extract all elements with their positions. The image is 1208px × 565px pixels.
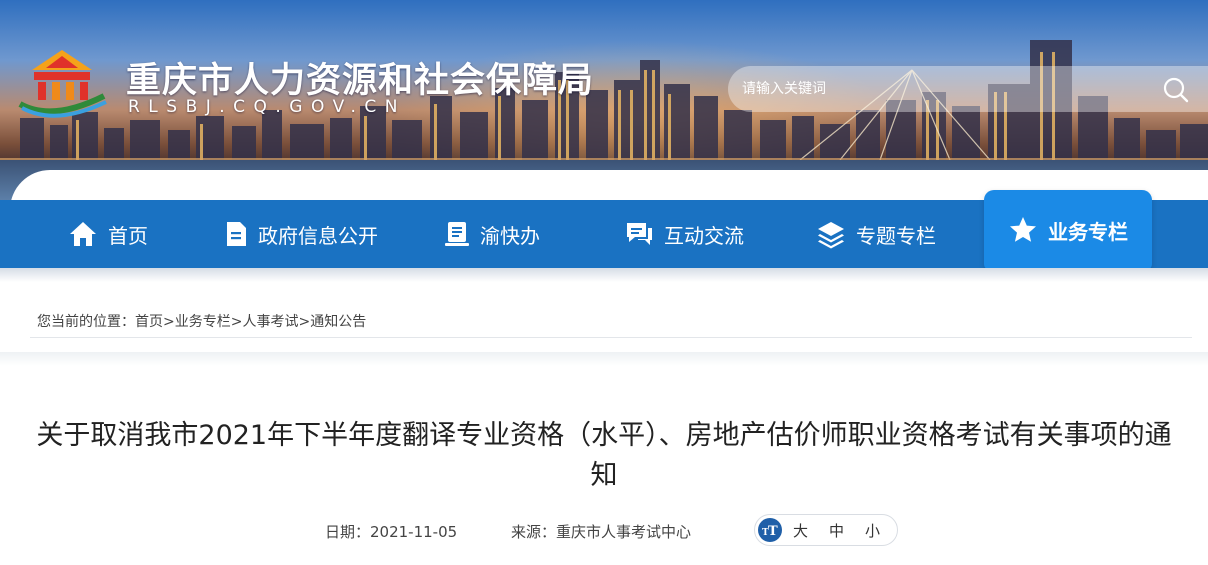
main-nav: 首页 政府信息公开 渝快办 互动交流 专题专栏 业务专栏 [0,190,1208,270]
font-size-small[interactable]: 小 [865,520,880,541]
article-source: 来源：重庆市人事考试中心 [511,523,692,541]
svg-text:T: T [768,524,778,537]
nav-item-label: 首页 [108,223,148,248]
breadcrumb-separator: > [298,314,311,330]
site-domain: RLSBJ.CQ.GOV.CN [128,97,406,117]
breadcrumb-divider [30,337,1192,338]
search-icon[interactable] [1160,74,1192,106]
font-size-icon: T T [758,518,782,542]
font-size-switcher: T T 大 中 小 [754,514,898,546]
nav-item-label: 渝快办 [480,223,540,248]
breadcrumb-link-exam[interactable]: 人事考试 [242,314,298,330]
site-header: 重庆市人力资源和社会保障局 RLSBJ.CQ.GOV.CN [0,0,1208,200]
font-size-medium[interactable]: 中 [829,520,844,541]
breadcrumb-link-notice[interactable]: 通知公告 [310,314,366,330]
nav-item-gov-info[interactable]: 政府信息公开 [224,200,378,268]
section-shade [0,352,1208,366]
nav-item-label: 互动交流 [664,223,744,248]
document-icon [227,222,246,246]
layers-icon [818,222,844,249]
breadcrumb-prefix: 您当前的位置： [37,314,135,330]
clipboard-icon [445,222,469,246]
article-date: 日期：2021-11-05 [325,523,458,541]
site-title: 重庆市人力资源和社会保障局 [126,61,595,101]
chat-icon [627,223,652,245]
font-size-large[interactable]: 大 [793,520,808,541]
article-title: 关于取消我市2021年下半年度翻译专业资格（水平）、房地产估价师职业资格考试有关… [36,420,1172,491]
breadcrumb-separator: > [230,314,243,330]
breadcrumb-link-home[interactable]: 首页 [135,314,163,330]
search-input[interactable] [742,66,1142,112]
nav-item-label: 专题专栏 [856,223,936,248]
nav-item-yukuaiban[interactable]: 渝快办 [444,200,540,268]
breadcrumb-separator: > [163,314,175,330]
star-icon [1010,217,1036,242]
nav-item-topics[interactable]: 专题专栏 [816,200,936,268]
nav-item-label: 业务专栏 [1048,219,1128,244]
home-icon [70,222,96,246]
nav-item-home[interactable]: 首页 [68,200,148,268]
logo-icon [18,50,107,118]
nav-shadow [0,268,1208,282]
nav-item-interaction[interactable]: 互动交流 [624,200,744,268]
nav-item-label: 政府信息公开 [258,223,378,248]
breadcrumb-link-business[interactable]: 业务专栏 [175,314,231,330]
nav-item-business[interactable]: 业务专栏 [984,190,1152,270]
search-box [728,66,1208,112]
breadcrumb: 您当前的位置：首页>业务专栏>人事考试>通知公告 [37,311,366,331]
